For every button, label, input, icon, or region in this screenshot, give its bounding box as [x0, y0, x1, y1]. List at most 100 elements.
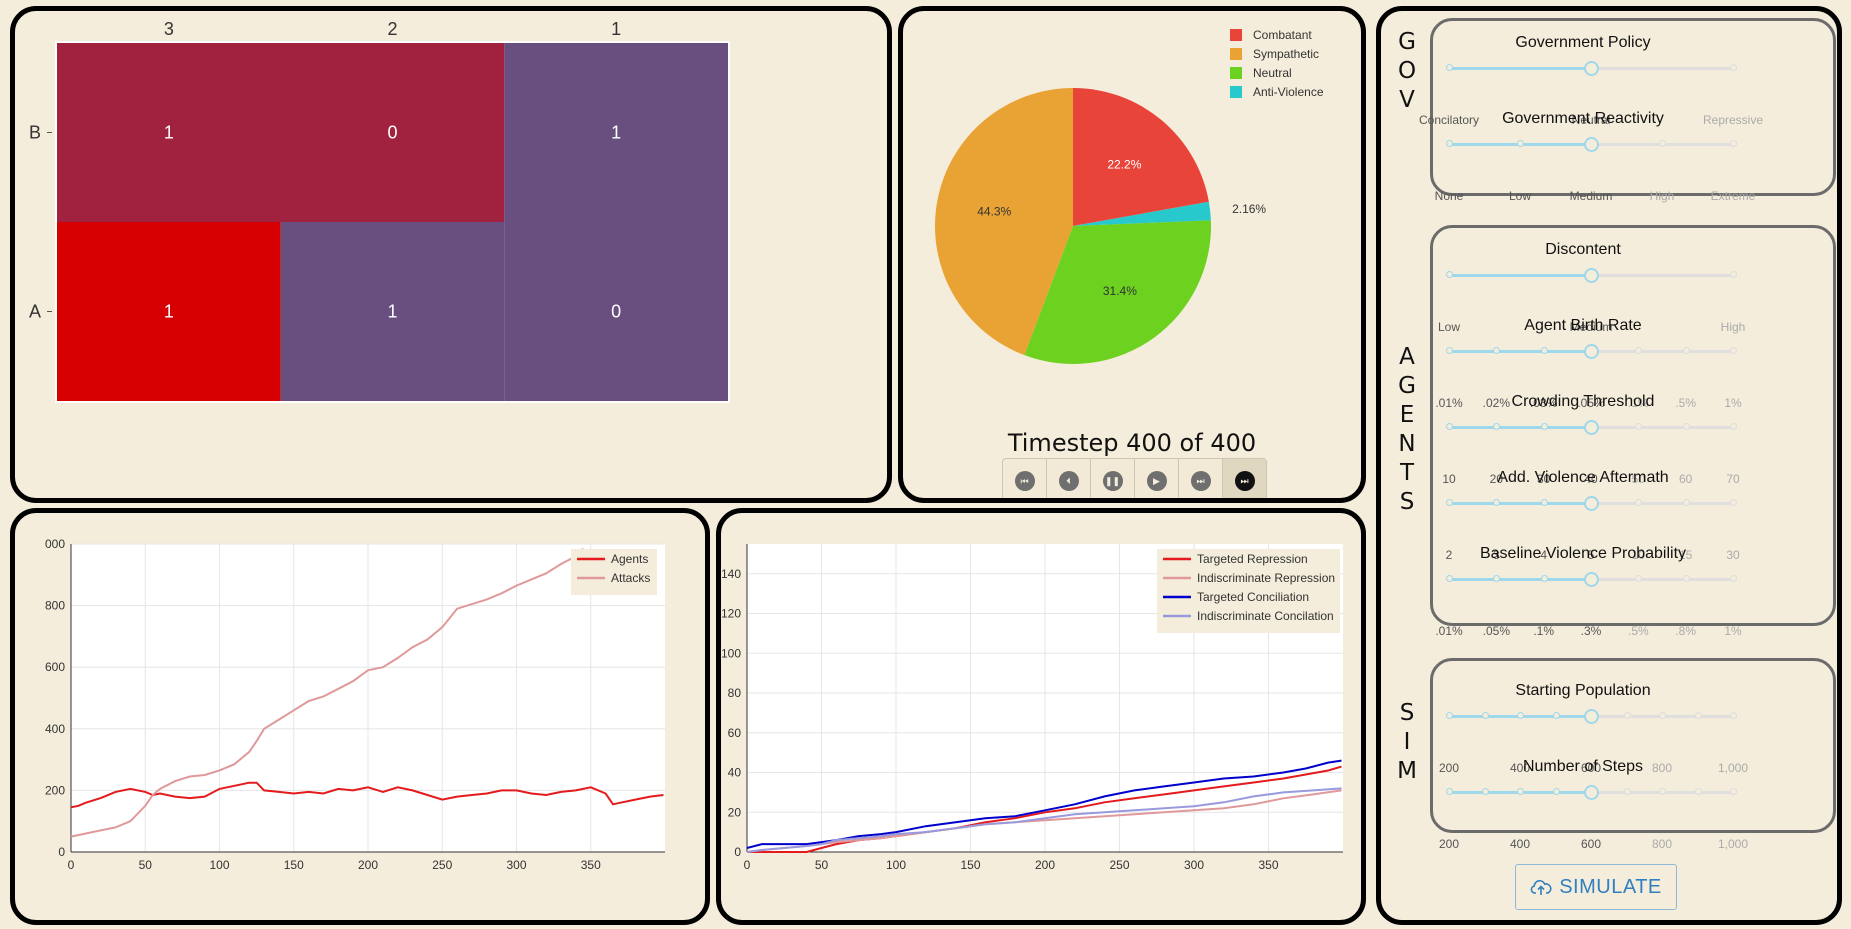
slider-step-dot[interactable]	[1623, 788, 1631, 795]
skip-to-start-button[interactable]: ⏮	[1003, 459, 1047, 498]
slider-step-dot[interactable]	[1730, 788, 1737, 795]
slider-tick-label: Extreme	[1710, 189, 1756, 203]
y-tick-label: 600	[45, 660, 65, 674]
x-tick-label: 0	[744, 858, 751, 872]
slider-step-dot[interactable]	[1730, 499, 1737, 506]
slider-thumb[interactable]	[1584, 137, 1599, 152]
slider-step-dot[interactable]	[1446, 64, 1453, 71]
slider-step-dot[interactable]	[1730, 140, 1737, 147]
slider-step-dot[interactable]	[1635, 575, 1643, 582]
slider-track[interactable]: .01% .05% .1% .3% .5% .8% 1%	[1435, 572, 1742, 638]
slider-step-dot[interactable]	[1446, 499, 1453, 506]
slider-step-dot[interactable]	[1659, 140, 1666, 147]
slider-step-dot[interactable]	[1481, 788, 1489, 795]
slider-step-dot[interactable]	[1730, 423, 1737, 430]
slider-thumb[interactable]	[1584, 496, 1599, 511]
section-label-gov: GOV	[1397, 29, 1417, 113]
slider-step-dot[interactable]	[1682, 347, 1690, 354]
pie-legend-swatch	[1230, 67, 1242, 79]
slider-step-dot[interactable]	[1481, 712, 1489, 719]
repression-conciliation-panel: 0 50 100 150 200 250 300 350 0 20 40 60 80 100 120 140 T…	[716, 508, 1366, 925]
play-button[interactable]: ▶	[1135, 459, 1179, 498]
fast-forward-button[interactable]: ⏭	[1179, 459, 1223, 498]
slider-step-dot[interactable]	[1659, 788, 1666, 795]
slider-step-dot[interactable]	[1694, 712, 1702, 719]
slider-step-dot[interactable]	[1730, 712, 1737, 719]
legend-label: Indiscriminate Repression	[1197, 571, 1335, 585]
slider-track[interactable]: Low Medium High	[1438, 268, 1745, 334]
slider-track[interactable]: 200 400 600 800 1,000	[1439, 785, 1748, 851]
slider-step-dot[interactable]	[1694, 788, 1702, 795]
slider-track[interactable]: 10 20 30 40 50 60 70	[1442, 420, 1740, 486]
x-tick-label: 150	[960, 858, 980, 872]
repression-conciliation-chart: 0 50 100 150 200 250 300 350 0 20 40 60 80 100 120 140 T…	[721, 544, 1343, 872]
slider-tick-label: .05%	[1482, 624, 1511, 638]
slider-step-dot[interactable]	[1635, 423, 1643, 430]
slider-track[interactable]: Concilatory Neutral Repressive	[1419, 61, 1763, 127]
slider-step-dot[interactable]	[1730, 64, 1737, 71]
slider-thumb[interactable]	[1584, 61, 1599, 76]
agents-attacks-panel: 0 50 100 150 200 250 300 350 0 200 400 600 800 000 Age…	[10, 508, 710, 925]
slider-step-dot[interactable]	[1446, 575, 1453, 582]
slider-step-dot[interactable]	[1635, 347, 1643, 354]
pie-legend-swatch	[1230, 48, 1242, 60]
pause-button[interactable]: ❚❚	[1091, 459, 1135, 498]
x-tick-label: 300	[1184, 858, 1204, 872]
slider-step-dot[interactable]	[1446, 788, 1453, 795]
heatmap-column-label: 2	[387, 19, 397, 39]
y-tick-label: 800	[45, 599, 65, 613]
slider-title: Government Policy	[1515, 34, 1651, 51]
skip-to-end-button[interactable]: ⏭	[1223, 459, 1266, 498]
slider-step-dot[interactable]	[1517, 788, 1524, 795]
step-back-button[interactable]: ⏴	[1047, 459, 1091, 498]
slider-step-dot[interactable]	[1446, 271, 1453, 278]
slider-step-dot[interactable]	[1682, 499, 1690, 506]
slider-tick-label: 600	[1580, 837, 1602, 851]
pie-slice-label: 22.2%	[1107, 158, 1141, 172]
slider-step-dot[interactable]	[1517, 140, 1524, 147]
slider-step-dot[interactable]	[1540, 347, 1548, 354]
slider-tick-label: High	[1649, 189, 1675, 203]
slider-tick-label: None	[1434, 189, 1464, 203]
pie-chart: 22.2% 2.16% 31.4% 44.3% Combatant Sympathetic…	[935, 28, 1324, 364]
slider-track[interactable]: 200 400 600 800 1,000	[1439, 709, 1748, 775]
slider-step-dot[interactable]	[1635, 499, 1643, 506]
slider-step-dot[interactable]	[1552, 788, 1560, 795]
slider-step-dot[interactable]	[1730, 347, 1737, 354]
slider-track[interactable]: 2 3 4 5 10 15 30	[1446, 496, 1740, 562]
slider-step-dot[interactable]	[1623, 712, 1631, 719]
slider-thumb[interactable]	[1584, 268, 1599, 283]
slider-track[interactable]: .01% .02% .03% .05% .1% .5% 1%	[1435, 344, 1742, 410]
timestep-label: Timestep 400 of 400	[1007, 429, 1257, 457]
simulate-button[interactable]: SIMULATE	[1515, 864, 1677, 910]
slider-thumb[interactable]	[1584, 785, 1599, 800]
slider-fill	[1449, 502, 1591, 505]
slider-step-dot[interactable]	[1517, 712, 1524, 719]
slider-thumb[interactable]	[1584, 709, 1599, 724]
slider-step-dot[interactable]	[1446, 347, 1453, 354]
slider-step-dot[interactable]	[1659, 712, 1666, 719]
slider-thumb[interactable]	[1584, 344, 1599, 359]
slider-step-dot[interactable]	[1540, 499, 1548, 506]
x-tick-label: 350	[581, 858, 601, 872]
slider-step-dot[interactable]	[1446, 712, 1453, 719]
slider-step-dot[interactable]	[1730, 575, 1737, 582]
slider-track[interactable]: None Low Medium High Extreme	[1435, 137, 1755, 203]
heatmap-column-label: 3	[164, 19, 174, 39]
slider-step-dot[interactable]	[1540, 575, 1548, 582]
slider-thumb[interactable]	[1584, 572, 1599, 587]
pie-slice-label: 44.3%	[977, 205, 1011, 219]
slider-step-dot[interactable]	[1446, 423, 1453, 430]
slider-thumb[interactable]	[1584, 420, 1599, 435]
slider-step-dot[interactable]	[1540, 423, 1548, 430]
slider-step-dot[interactable]	[1682, 423, 1690, 430]
slider-step-dot[interactable]	[1552, 712, 1560, 719]
slider-title: Crowding Threshold	[1511, 393, 1655, 410]
slider-step-dot[interactable]	[1446, 140, 1453, 147]
slider-fill	[1449, 274, 1591, 277]
slider-step-dot[interactable]	[1730, 271, 1737, 278]
legend-label: Indiscriminate Concilation	[1197, 609, 1334, 623]
slider-step-dot[interactable]	[1682, 575, 1690, 582]
slider-title: Baseline Violence Probability	[1479, 545, 1687, 562]
pie-legend-swatch	[1230, 86, 1242, 98]
